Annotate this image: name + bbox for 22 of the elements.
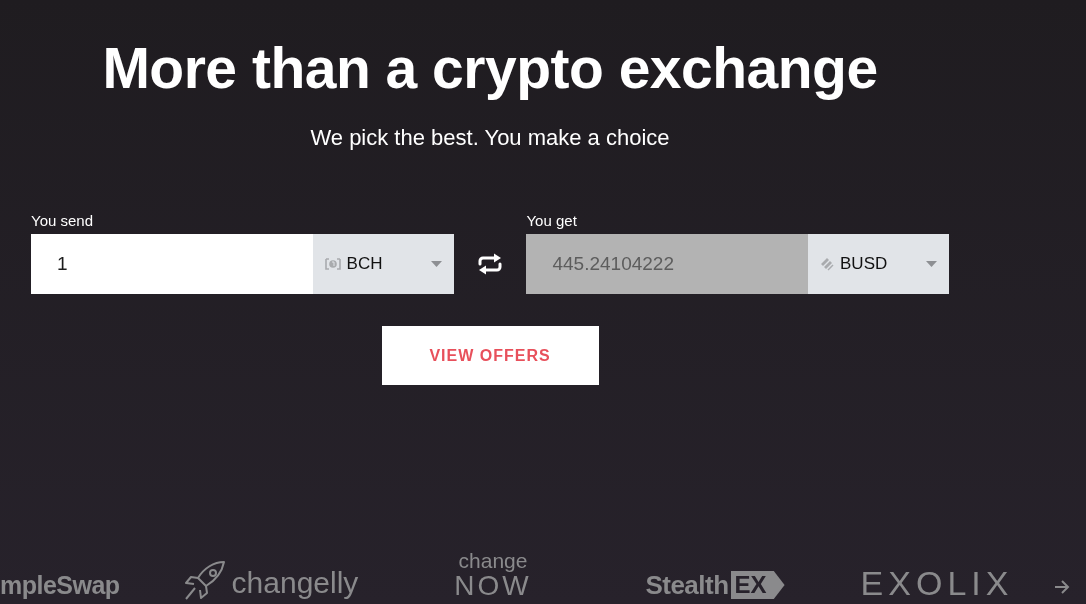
page-title: More than a crypto exchange — [102, 35, 878, 102]
partner-logo-text: changelly — [231, 566, 359, 600]
currency-select[interactable]: BCH — [312, 234, 454, 294]
partner-logo-text: EXOLIX — [860, 566, 1014, 600]
rocket-icon — [183, 560, 226, 600]
swap-icon[interactable] — [477, 253, 503, 275]
view-offers-button[interactable]: VIEW OFFERS — [381, 326, 599, 385]
stripes-icon — [820, 257, 834, 271]
caret-icon — [926, 261, 937, 267]
field-label: You send — [31, 212, 93, 230]
partner-logo-text: Stealth — [645, 570, 729, 600]
amount-field[interactable]: 1 — [31, 234, 313, 294]
partner-logo-tag: EX — [730, 571, 785, 599]
page-subtitle: We pick the best. You make a choice — [310, 124, 670, 152]
currency-select[interactable]: BUSD — [808, 234, 949, 294]
partner-logo-text: mpleSwap — [0, 570, 120, 600]
field-label: You get — [526, 212, 577, 230]
coin-icon — [324, 258, 341, 270]
partner-logo-text: change — [458, 550, 528, 572]
arrow-right-icon[interactable] — [1054, 580, 1070, 594]
caret-icon — [430, 261, 442, 267]
partner-logo-text: NOW — [454, 572, 532, 600]
